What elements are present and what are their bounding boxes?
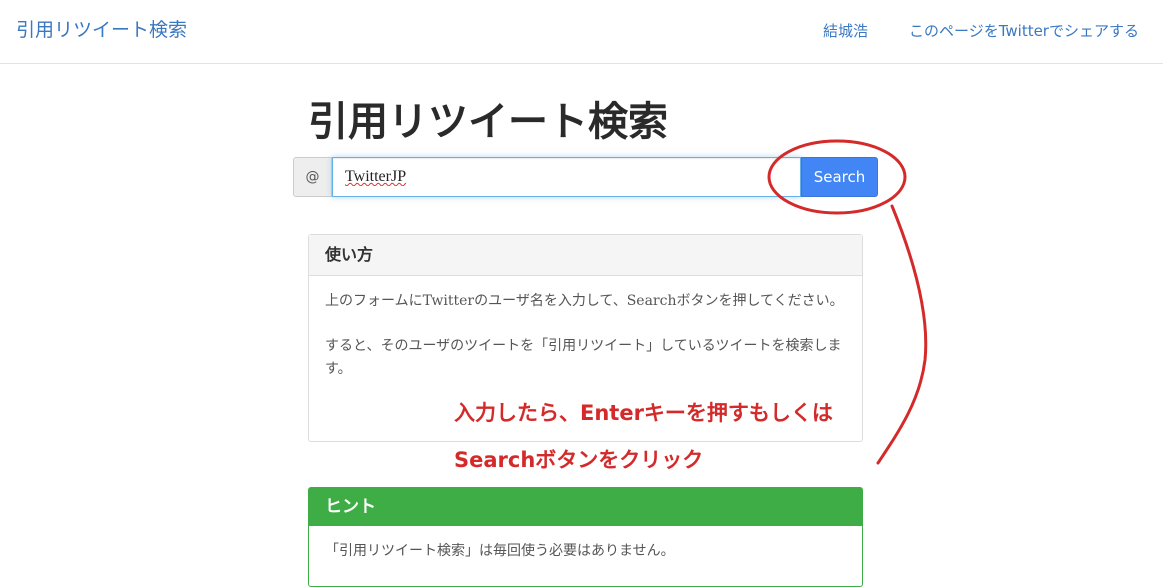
brand-link[interactable]: 引用リツイート検索 <box>16 17 187 43</box>
hint-body: 「引用リツイート検索」は毎回使う必要はありません。 <box>309 526 862 563</box>
page-title: 引用リツイート検索 <box>308 99 668 145</box>
howto-paragraph: 上のフォームにTwitterのユーザ名を入力して、Searchボタンを押してくだ… <box>325 293 844 309</box>
nav-link-share-twitter[interactable]: このページをTwitterでシェアする <box>909 20 1139 42</box>
annotation-arrow-line <box>876 204 928 465</box>
howto-paragraph: すると、そのユーザのツイートを「引用リツイート」しているツイートを検索します。 <box>325 338 842 377</box>
annotation-text-line1: 入力したら、Enterキーを押すもしくは <box>454 401 833 425</box>
hint-panel: ヒント 「引用リツイート検索」は毎回使う必要はありません。 <box>308 487 863 587</box>
hint-heading: ヒント <box>309 488 862 526</box>
nav-link-author[interactable]: 結城浩 <box>823 20 868 42</box>
annotation-text-line2: Searchボタンをクリック <box>454 448 704 472</box>
hint-text: 「引用リツイート検索」は毎回使う必要はありません。 <box>325 543 675 559</box>
search-button[interactable]: Search <box>801 157 878 197</box>
username-input[interactable] <box>332 157 801 197</box>
search-form: @ Search <box>293 157 878 197</box>
navbar: 引用リツイート検索 結城浩 このページをTwitterでシェアする <box>0 0 1163 64</box>
at-prefix: @ <box>293 157 332 197</box>
howto-heading: 使い方 <box>309 235 862 276</box>
howto-body: 上のフォームにTwitterのユーザ名を入力して、Searchボタンを押してくだ… <box>309 276 862 381</box>
